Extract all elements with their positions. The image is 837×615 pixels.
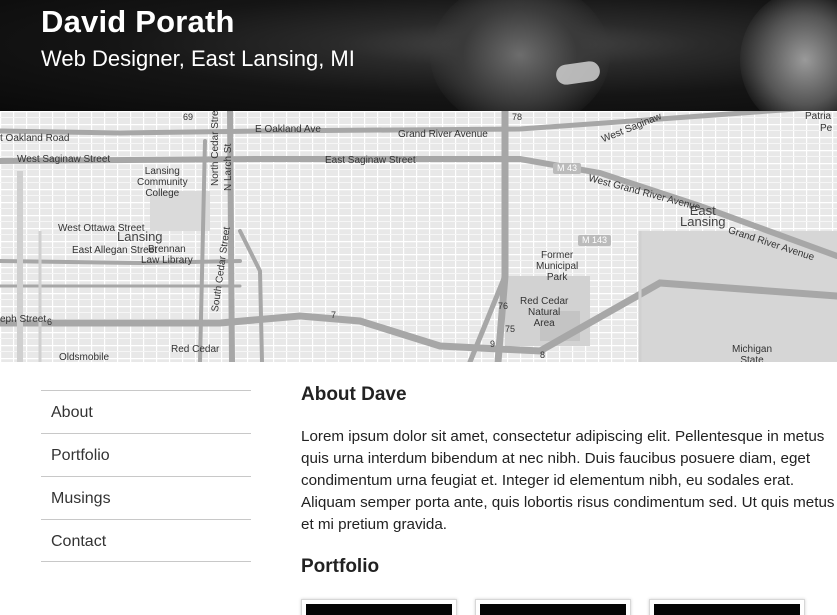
- map-label-eph-street: eph Street: [0, 314, 47, 325]
- header-photo-face: [430, 0, 610, 111]
- nav-item-portfolio[interactable]: Portfolio: [41, 433, 251, 476]
- map-label-route-6: 6: [47, 317, 53, 327]
- map-label-grand-river-1: Grand River Avenue: [398, 129, 488, 140]
- map-label-n-larch: N Larch St: [223, 143, 234, 191]
- map-label-route-8: 8: [540, 350, 546, 360]
- map-label-lansing-community-college: Lansing Community College: [137, 166, 188, 199]
- about-heading: About Dave: [301, 384, 407, 405]
- thumbnail-image: [306, 604, 452, 615]
- map-label-brennan-law-library: Brennan Law Library: [141, 244, 193, 266]
- map-label-m143: M 143: [578, 235, 612, 246]
- portfolio-thumbnail[interactable]: [649, 599, 805, 615]
- map-label-route-69: 69: [183, 112, 194, 122]
- map-label-north-cedar: North Cedar Street: [210, 111, 221, 186]
- site-title: David Porath: [41, 4, 235, 39]
- portfolio-thumbnails: [301, 599, 837, 615]
- thumbnail-image: [480, 604, 626, 615]
- thumbnail-image: [654, 604, 800, 615]
- site-subtitle: Web Designer, East Lansing, MI: [41, 46, 355, 71]
- map-label-oakland-road: t Oakland Road: [0, 133, 70, 144]
- nav-item-about[interactable]: About: [41, 390, 251, 433]
- map-label-route-78: 78: [512, 112, 523, 122]
- map-label-west-saginaw-street: West Saginaw Street: [17, 154, 111, 165]
- map-label-route-75: 75: [505, 324, 516, 334]
- portfolio-thumbnail[interactable]: [475, 599, 631, 615]
- map-label-former-municipal-park: Former Municipal Park: [536, 250, 579, 283]
- sidebar-nav: About Portfolio Musings Contact: [41, 390, 251, 562]
- map-label-oldsmobile: Oldsmobile: [59, 352, 110, 362]
- map-label-red-cedar-natural-area: Red Cedar Natural Area: [520, 296, 569, 329]
- map-label-pe: Pe: [820, 123, 833, 134]
- site-header: David Porath Web Designer, East Lansing,…: [0, 0, 837, 111]
- map-label-patria: Patria: [805, 111, 832, 122]
- map-label-route-76: 76: [498, 301, 509, 311]
- map-label-m43: M 43: [553, 163, 582, 174]
- map-label-east-saginaw-street: East Saginaw Street: [325, 155, 416, 166]
- location-map: t Oakland Road E Oakland Ave Grand River…: [0, 111, 837, 362]
- map-label-east-lansing: East Lansing: [680, 203, 726, 229]
- main-content: About Dave Lorem ipsum dolor sit amet, c…: [301, 382, 837, 615]
- map-label-route-7: 7: [331, 310, 337, 320]
- nav-item-musings[interactable]: Musings: [41, 476, 251, 519]
- portfolio-heading: Portfolio: [301, 556, 380, 577]
- map-label-e-oakland: E Oakland Ave: [255, 124, 321, 135]
- map-label-lansing: Lansing: [117, 229, 163, 244]
- header-photo-face-right: [740, 0, 837, 111]
- map-label-route-9: 9: [490, 339, 496, 349]
- nav-item-contact[interactable]: Contact: [41, 519, 251, 562]
- map-label-red-cedar: Red Cedar: [171, 344, 220, 355]
- portfolio-thumbnail[interactable]: [301, 599, 457, 615]
- map-label-michigan-state: Michigan State: [732, 344, 773, 362]
- about-paragraph: Lorem ipsum dolor sit amet, consectetur …: [301, 428, 835, 533]
